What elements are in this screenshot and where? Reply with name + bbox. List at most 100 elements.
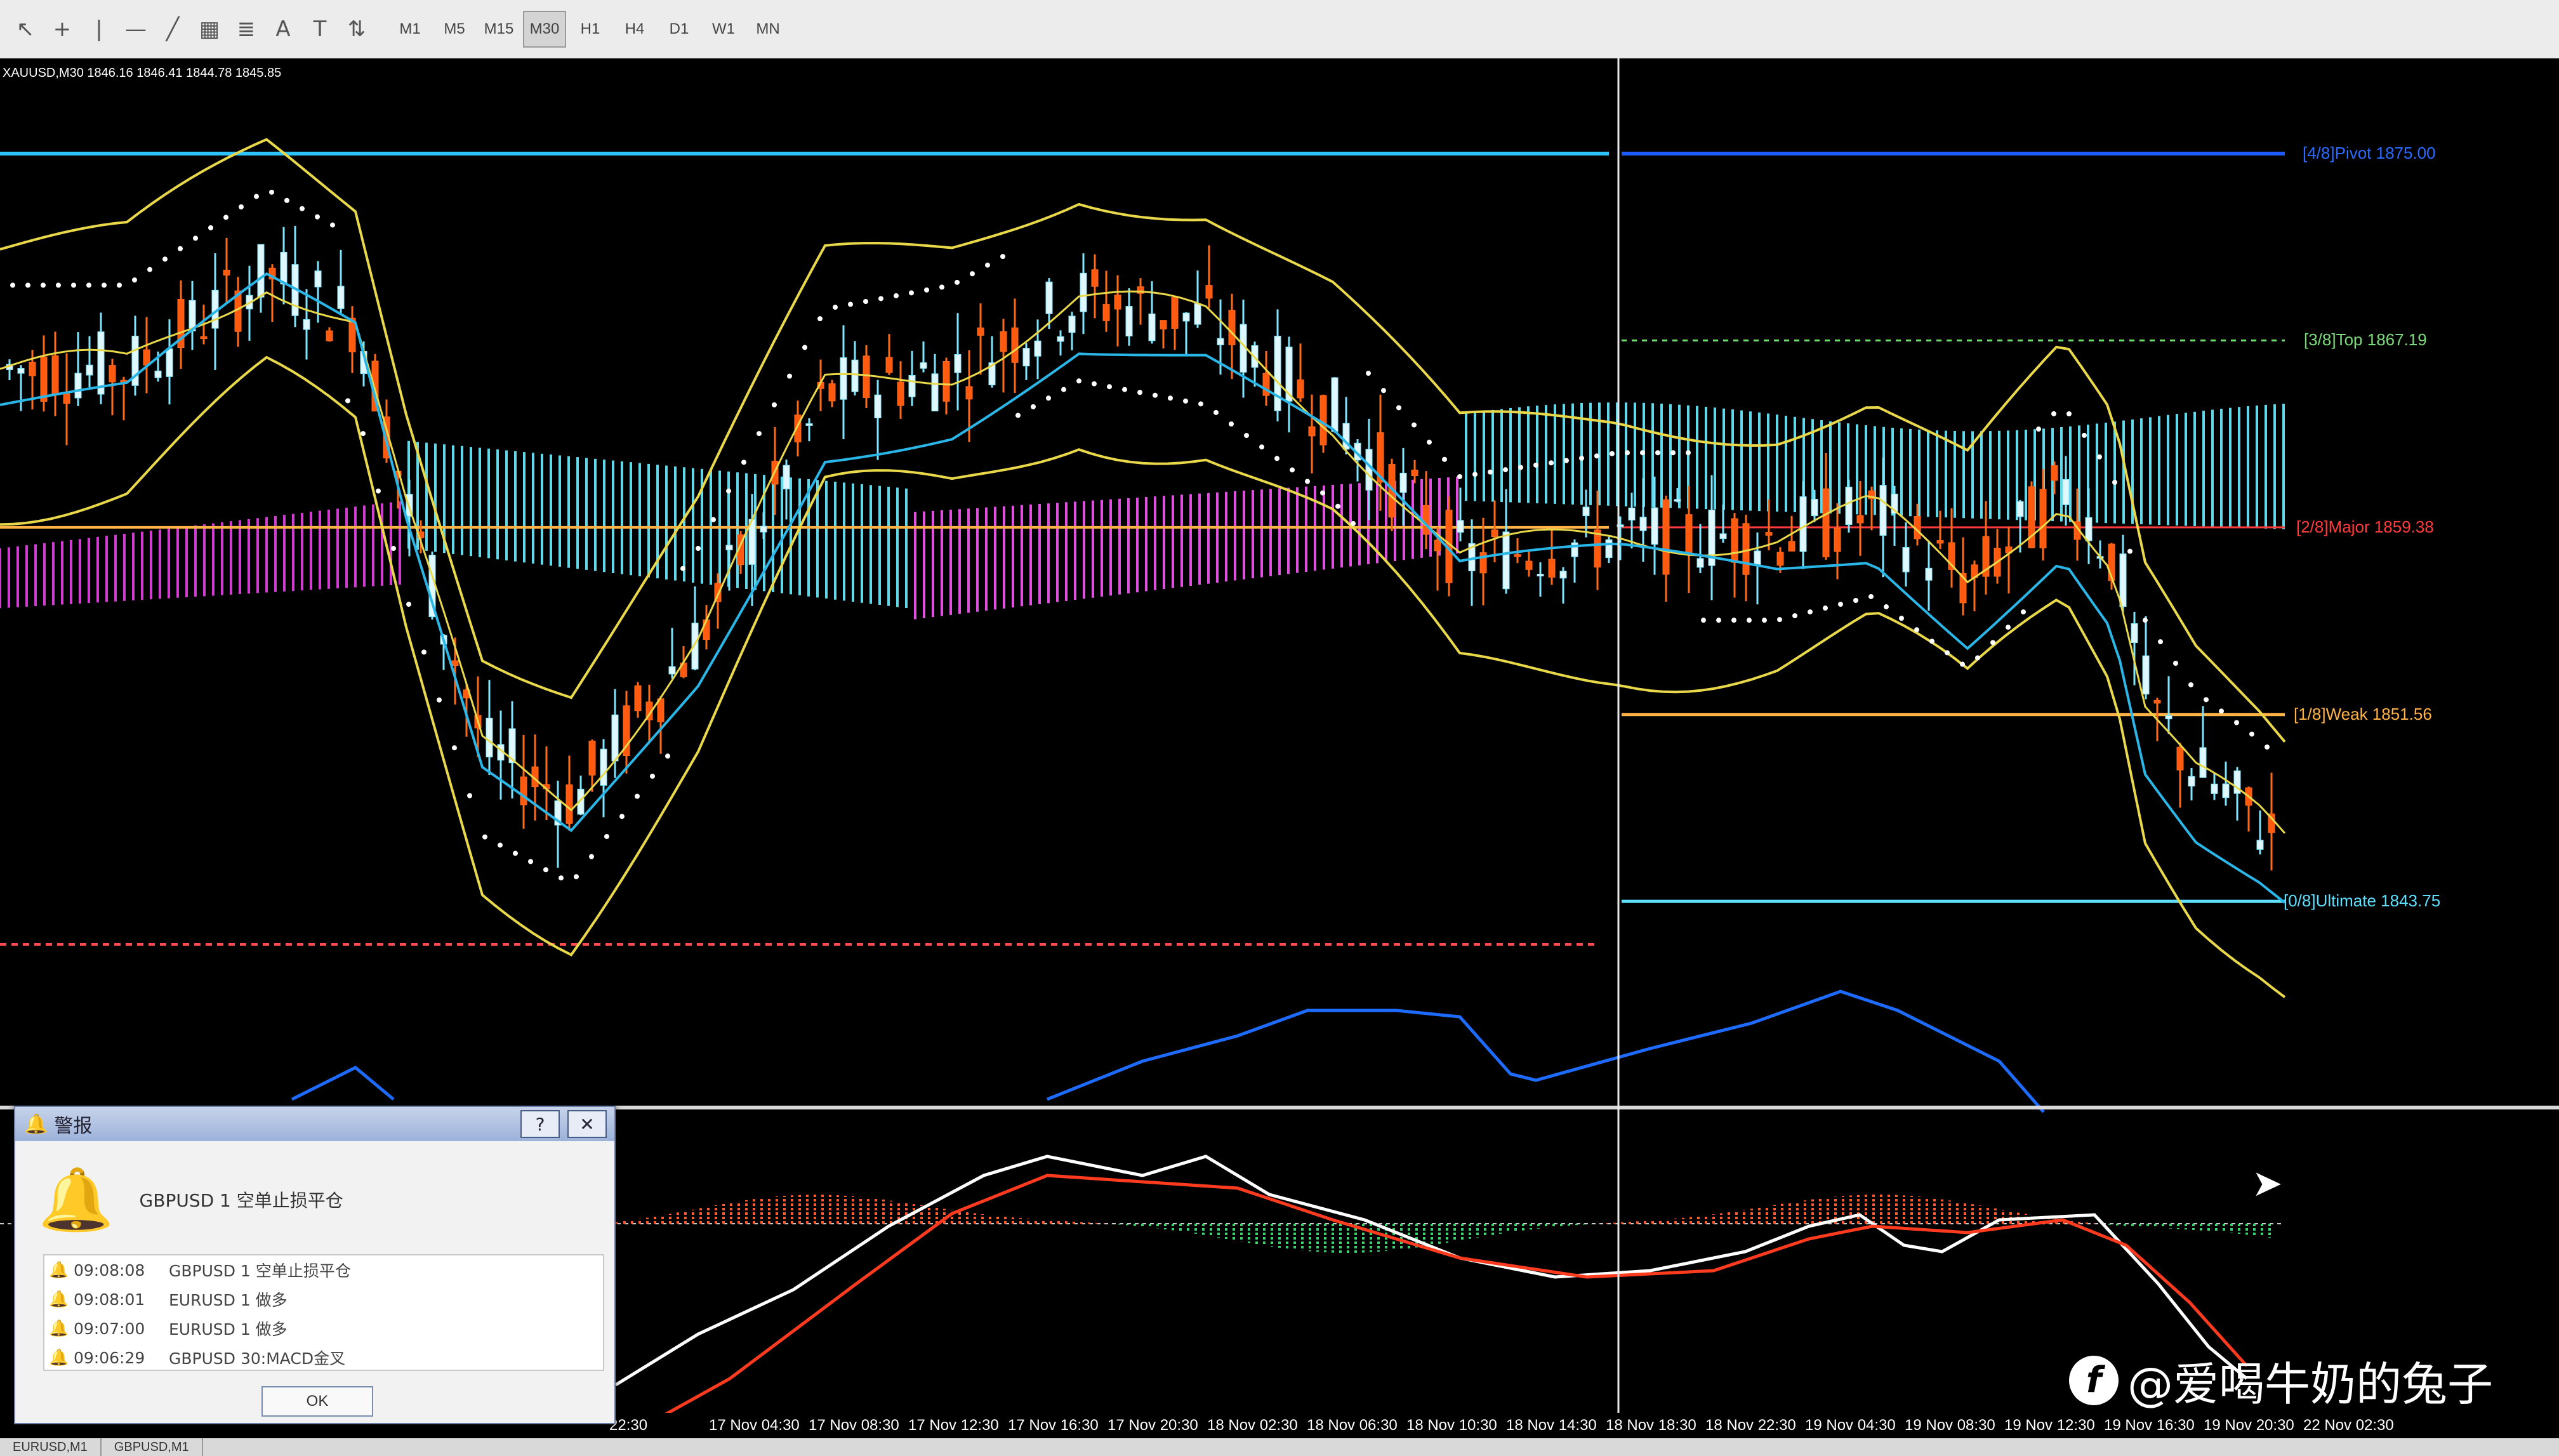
candle-body [977, 328, 984, 336]
sar-dot [376, 488, 381, 494]
timeframe-mn[interactable]: MN [748, 12, 788, 46]
sar-dot [482, 834, 487, 840]
help-button[interactable]: ? [520, 1110, 560, 1138]
sar-dot [56, 282, 61, 288]
chart-tab[interactable]: EURUSD,M1 [0, 1438, 102, 1456]
vertical-line-icon[interactable]: | [83, 13, 116, 46]
candle-body [1182, 312, 1190, 322]
alert-row-bell-icon: 🔔 [49, 1290, 69, 1308]
sar-dot [2234, 720, 2239, 725]
candle-body [74, 373, 82, 399]
sar-dot [498, 842, 503, 848]
sar-dot [1670, 450, 1676, 456]
candle-body [565, 784, 573, 824]
candle-body [885, 357, 893, 373]
sar-dot [909, 290, 914, 296]
candle-body [2062, 479, 2070, 505]
alert-row-text: EURUSD 1 做多 [169, 1320, 288, 1339]
sar-dot [1015, 413, 1021, 418]
candle-body [1045, 281, 1053, 314]
sar-dot [1000, 254, 1005, 260]
timeframe-h1[interactable]: H1 [570, 12, 611, 46]
candle-body [2199, 747, 2207, 778]
timeframe-m30[interactable]: M30 [523, 11, 566, 48]
candle-body [1228, 310, 1236, 345]
sar-dot [1899, 616, 1904, 621]
ok-button[interactable]: OK [261, 1386, 373, 1417]
alert-row[interactable]: 🔔 09:06:29 GBPUSD 30:MACD金叉 [44, 1343, 603, 1370]
sar-dot [863, 298, 868, 304]
sar-dot [1244, 433, 1249, 439]
candle-body [1022, 348, 1030, 367]
time-label: 18 Nov 02:30 [1207, 1417, 1298, 1434]
candle-body [17, 368, 25, 374]
alert-row[interactable]: 🔔 09:08:08 GBPUSD 1 空单止损平仓 [44, 1255, 603, 1285]
candle-body [1639, 517, 1647, 531]
horizontal-line-icon[interactable]: — [119, 13, 152, 46]
fibonacci-icon[interactable]: ≣ [230, 13, 263, 46]
sar-dot [1868, 593, 1874, 599]
candle-body [783, 465, 790, 489]
murrey-level-label: [0/8]Ultimate 1843.75 [2284, 891, 2441, 911]
timeframe-h4[interactable]: H4 [614, 12, 655, 46]
alert-row[interactable]: 🔔 09:07:00 EURUSD 1 做多 [44, 1314, 603, 1343]
timeframe-m15[interactable]: M15 [479, 12, 519, 46]
alert-dialog: 🔔 警报 ? ✕ 🔔 GBPUSD 1 空单止损平仓 🔔 09:08:08 GBPU… [14, 1106, 616, 1424]
channel-icon[interactable]: ▦ [193, 13, 226, 46]
candle-body [2085, 517, 2093, 541]
candle-body [2256, 840, 2264, 850]
arrows-icon[interactable]: ⇅ [340, 13, 373, 46]
candle-body [337, 286, 345, 309]
candle-body [1651, 507, 1658, 545]
time-label: 17 Nov 12:30 [908, 1417, 999, 1434]
alert-row[interactable]: 🔔 09:08:01 EURUSD 1 做多 [44, 1285, 603, 1314]
time-label: 19 Nov 04:30 [1805, 1417, 1896, 1434]
candle-body [1765, 532, 1773, 536]
sar-dot [25, 282, 30, 288]
timeframe-w1[interactable]: W1 [703, 12, 744, 46]
candle-body [1102, 304, 1110, 321]
arrow-cursor-icon[interactable]: ↖ [9, 13, 42, 46]
sar-dot [2204, 697, 2209, 703]
candle-body [611, 714, 619, 762]
candle-body [1776, 552, 1784, 566]
candle-body [2165, 715, 2172, 720]
alert-titlebar[interactable]: 🔔 警报 ? ✕ [15, 1107, 614, 1141]
candle-body [1308, 426, 1316, 437]
alert-history-list[interactable]: 🔔 09:08:08 GBPUSD 1 空单止损平仓 🔔 09:08:01 EURUSD … [43, 1254, 604, 1371]
timeframe-m5[interactable]: M5 [434, 12, 475, 46]
sar-dot [924, 287, 929, 293]
timeframe-d1[interactable]: D1 [659, 12, 699, 46]
candle-body [451, 660, 459, 666]
candle-body [1399, 472, 1407, 493]
candle-body [1856, 515, 1864, 524]
time-label: 18 Nov 22:30 [1705, 1417, 1796, 1434]
text-icon[interactable]: A [267, 13, 300, 46]
chart-tab[interactable]: GBPUSD,M1 [102, 1438, 203, 1456]
trendline-icon[interactable]: ╱ [156, 13, 189, 46]
timeframe-m1[interactable]: M1 [390, 12, 430, 46]
candle-body [1902, 547, 1910, 572]
candle-body [2188, 776, 2195, 787]
sar-dot [1549, 460, 1554, 466]
sar-dot [391, 546, 396, 552]
candle-body [1034, 340, 1041, 357]
candle-body [1754, 550, 1761, 566]
candle-body [257, 244, 265, 298]
candle-body [1525, 560, 1533, 570]
text-label-icon[interactable]: T [303, 13, 336, 46]
sar-dot [1884, 604, 1889, 610]
candle-body [2176, 746, 2184, 771]
candle-body [51, 355, 59, 396]
crosshair-icon[interactable]: + [46, 13, 79, 46]
close-button[interactable]: ✕ [567, 1110, 607, 1138]
sar-dot [1914, 627, 1919, 633]
candle-body [805, 423, 813, 426]
sar-dot [970, 271, 975, 277]
sar-dot [86, 282, 91, 288]
sar-dot [1427, 439, 1432, 445]
time-label: 18 Nov 06:30 [1307, 1417, 1398, 1434]
candle-body [97, 331, 105, 395]
candle-body [634, 685, 642, 711]
candle-body [1936, 540, 1944, 544]
